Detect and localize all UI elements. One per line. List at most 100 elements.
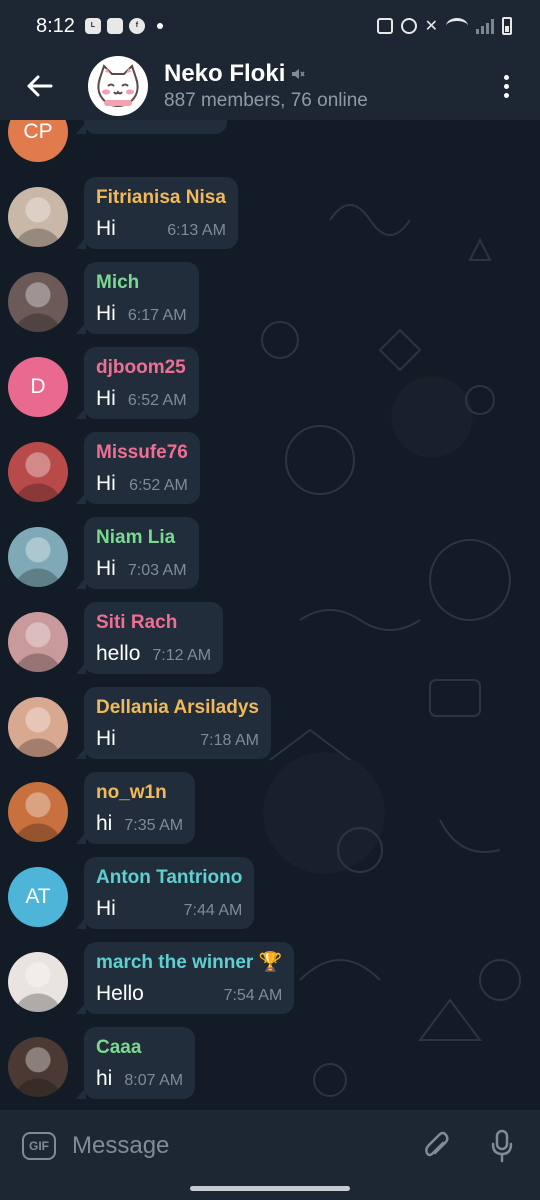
- mute-icon: ✕: [424, 18, 438, 35]
- message-text: hello: [96, 642, 141, 665]
- message-composer: GIF: [0, 1110, 540, 1182]
- message-text: Hello: [96, 982, 144, 1005]
- message-bubble[interactable]: Hello6:13 AM: [84, 120, 227, 134]
- sender-avatar[interactable]: [8, 527, 68, 587]
- signal-icon: [476, 18, 494, 34]
- back-button[interactable]: [14, 60, 66, 112]
- sender-avatar[interactable]: [8, 272, 68, 332]
- message-row[interactable]: Mich Hi 6:17 AM: [0, 260, 540, 345]
- sender-avatar[interactable]: D: [8, 357, 68, 417]
- message-row[interactable]: Siti Rach hello 7:12 AM: [0, 600, 540, 685]
- sender-avatar[interactable]: [8, 187, 68, 247]
- sender-name[interactable]: Siti Rach: [96, 612, 211, 634]
- cat-logo-icon: [97, 64, 139, 108]
- gif-button[interactable]: GIF: [22, 1132, 56, 1160]
- battery-icon: [502, 17, 512, 35]
- message-text: hi: [96, 812, 113, 835]
- message-timestamp: 7:54 AM: [223, 987, 283, 1004]
- sender-avatar[interactable]: [8, 697, 68, 757]
- sender-avatar[interactable]: [8, 612, 68, 672]
- message-row[interactable]: march the winner 🏆 Hello 7:54 AM: [0, 940, 540, 1025]
- sender-name[interactable]: no_w1n: [96, 782, 183, 804]
- sender-avatar[interactable]: [8, 1037, 68, 1097]
- message-bubble[interactable]: Dellania Arsiladys Hi 7:18 AM: [84, 687, 271, 759]
- message-text: Hi: [96, 302, 116, 325]
- paperclip-icon: [425, 1131, 449, 1157]
- message-timestamp: 7:44 AM: [183, 902, 243, 919]
- notification-icons: L f: [84, 18, 163, 34]
- message-row[interactable]: Dellania Arsiladys Hi 7:18 AM: [0, 685, 540, 770]
- message-timestamp: 6:52 AM: [129, 477, 188, 494]
- sender-avatar[interactable]: [8, 782, 68, 842]
- sender-avatar[interactable]: [8, 442, 68, 502]
- message-timestamp: 6:13 AM: [144, 120, 215, 125]
- message-timestamp: 6:52 AM: [127, 392, 187, 409]
- system-icons: ✕: [376, 16, 512, 36]
- sender-name[interactable]: Anton Tantriono: [96, 867, 242, 889]
- message-bubble[interactable]: Anton Tantriono Hi 7:44 AM: [84, 857, 255, 929]
- message-text: Hi: [96, 727, 116, 750]
- status-bar: 8:12 L f ✕: [0, 0, 540, 52]
- sender-avatar[interactable]: AT: [8, 867, 68, 927]
- sender-name[interactable]: Fitrianisa Nisa: [96, 187, 226, 209]
- message-text: Hello: [96, 120, 144, 126]
- sender-avatar[interactable]: CP: [8, 120, 68, 162]
- wifi-icon: [446, 18, 468, 34]
- sender-name[interactable]: Missufe76: [96, 442, 188, 464]
- sender-name[interactable]: Niam Lia: [96, 527, 187, 549]
- line-icon: L: [84, 18, 101, 34]
- chat-header: Neko Floki 887 members, 76 online: [0, 52, 540, 120]
- message-input[interactable]: [72, 1132, 416, 1160]
- message-list[interactable]: CPHello6:13 AMFitrianisa NisaHi6:13 AMMi…: [0, 120, 540, 1110]
- arrow-left-icon: [27, 75, 53, 97]
- dot-icon: [156, 23, 163, 29]
- message-bubble[interactable]: Niam Lia Hi 7:03 AM: [84, 517, 199, 589]
- message-text: Hi: [96, 217, 116, 240]
- sender-name[interactable]: djboom25: [96, 357, 187, 379]
- message-timestamp: 6:13 AM: [167, 222, 226, 239]
- message-row[interactable]: CP Hello6:13 AM: [0, 120, 540, 175]
- message-timestamp: 7:12 AM: [152, 647, 212, 664]
- message-row[interactable]: Fitrianisa Nisa Hi 6:13 AM: [0, 175, 540, 260]
- sender-name[interactable]: march the winner 🏆: [96, 952, 282, 974]
- more-dot-icon: [503, 92, 509, 98]
- alarm-icon: [400, 18, 417, 34]
- chat-title-block[interactable]: Neko Floki 887 members, 76 online: [164, 60, 368, 112]
- message-row[interactable]: Ddjboom25 Hi 6:52 AM: [0, 345, 540, 430]
- chat-title: Neko Floki: [164, 60, 286, 87]
- sender-avatar[interactable]: [8, 952, 68, 1012]
- muted-speaker-icon: [292, 69, 305, 79]
- gallery-icon: [106, 18, 123, 34]
- microphone-icon: [491, 1129, 513, 1163]
- sim-icon: [376, 18, 393, 34]
- microphone-button[interactable]: [482, 1120, 522, 1172]
- message-text: hi: [96, 1067, 113, 1090]
- message-row[interactable]: Missufe76 Hi 6:52 AM: [0, 430, 540, 515]
- sender-name[interactable]: Mich: [96, 272, 187, 294]
- sender-name[interactable]: Caaa: [96, 1037, 183, 1059]
- message-timestamp: 7:18 AM: [200, 732, 259, 749]
- message-timestamp: 7:35 AM: [124, 817, 184, 834]
- message-timestamp: 6:17 AM: [127, 307, 187, 324]
- more-options-button[interactable]: [486, 60, 526, 112]
- message-bubble[interactable]: djboom25 Hi 6:52 AM: [84, 347, 199, 419]
- more-dot-icon: [503, 74, 509, 80]
- message-bubble[interactable]: Siti Rach hello 7:12 AM: [84, 602, 224, 674]
- navigation-bar: [0, 1182, 540, 1200]
- message-row[interactable]: Caaa hi 8:07 AM: [0, 1025, 540, 1110]
- message-bubble[interactable]: march the winner 🏆 Hello 7:54 AM: [84, 942, 295, 1014]
- message-row[interactable]: no_w1nhi 7:35 AM: [0, 770, 540, 855]
- message-row[interactable]: AT Anton Tantriono Hi 7:44 AM: [0, 855, 540, 940]
- message-bubble[interactable]: no_w1nhi 7:35 AM: [84, 772, 196, 844]
- group-avatar[interactable]: [88, 56, 148, 116]
- message-bubble[interactable]: Missufe76 Hi 6:52 AM: [84, 432, 200, 504]
- home-indicator[interactable]: [190, 1186, 350, 1191]
- attach-button[interactable]: [416, 1120, 456, 1172]
- message-row[interactable]: Niam Lia Hi 7:03 AM: [0, 515, 540, 600]
- message-bubble[interactable]: Caaa hi 8:07 AM: [84, 1027, 196, 1099]
- facebook-icon: f: [128, 18, 145, 34]
- message-bubble[interactable]: Mich Hi 6:17 AM: [84, 262, 199, 334]
- message-bubble[interactable]: Fitrianisa Nisa Hi 6:13 AM: [84, 177, 238, 249]
- sender-name[interactable]: Dellania Arsiladys: [96, 697, 259, 719]
- message-text: Hi: [96, 387, 116, 410]
